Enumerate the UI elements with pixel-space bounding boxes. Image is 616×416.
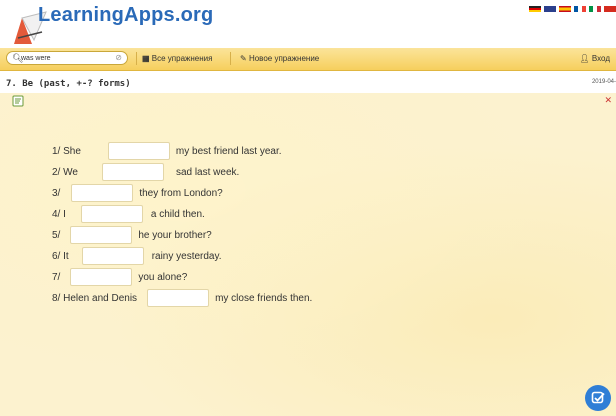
site-header: LearningApps.org (0, 0, 616, 48)
check-icon (591, 391, 605, 404)
flag-it-icon[interactable] (589, 6, 601, 12)
grid-icon: ▦ (142, 54, 150, 63)
row-prefix: 6/ It (52, 250, 69, 262)
flag-es-icon[interactable] (559, 6, 571, 12)
toolbar: 🔍︎ ⊘ ▦ Все упражнения ✎ Новое упражнение… (0, 48, 616, 71)
answer-field[interactable] (70, 268, 133, 286)
row-suffix: sad last week. (175, 166, 240, 178)
flag-de-icon[interactable] (529, 6, 541, 12)
row-prefix: 5/ (52, 229, 61, 241)
exercise-row: 1/ She my best friend last year. (52, 141, 282, 161)
user-icon: 👤︎ (579, 54, 590, 63)
answer-field[interactable] (81, 247, 144, 265)
pencil-icon: ✎ (240, 54, 247, 63)
row-prefix: 1/ She (52, 145, 81, 157)
row-suffix: rainy yesterday. (151, 250, 222, 262)
flag-other-icon[interactable] (604, 6, 616, 12)
answer-field[interactable] (70, 226, 133, 244)
exercise-row: 7/ you alone? (52, 267, 187, 287)
exercise-row: 2/ We sad last week. (52, 162, 239, 182)
close-icon[interactable]: ✕ (604, 95, 612, 106)
search-box: 🔍︎ ⊘ (6, 51, 128, 65)
new-exercise-button[interactable]: ✎ Новое упражнение (240, 54, 319, 63)
search-input[interactable] (21, 52, 111, 64)
logo-text[interactable]: LearningApps.org (38, 4, 213, 27)
row-suffix: he your brother? (138, 229, 212, 241)
exercise-row: 5/ he your brother? (52, 225, 212, 245)
row-suffix: you alone? (138, 271, 188, 283)
exercise-row: 6/ It rainy yesterday. (52, 246, 222, 266)
answer-field[interactable] (147, 289, 210, 307)
page-title: 7. Be (past, +-? forms) (6, 79, 131, 89)
all-exercises-button[interactable]: ▦ Все упражнения (142, 54, 212, 63)
date-label: 2019-04- (591, 79, 616, 85)
answer-field[interactable] (107, 142, 170, 160)
row-suffix: they from London? (139, 187, 223, 199)
row-prefix: 8/ Helen and Denis (52, 292, 138, 304)
login-button[interactable]: 👤︎ Вход (580, 54, 611, 63)
language-flags (529, 6, 616, 12)
exercise-row: 3/ they from London? (52, 183, 223, 203)
exercise-row: 4/ I a child then. (52, 204, 205, 224)
row-suffix: my close friends then. (215, 292, 313, 304)
new-exercise-label: Новое упражнение (248, 54, 320, 63)
exercise-row: 8/ Helen and Denis my close friends then… (52, 288, 312, 308)
flag-fr-icon[interactable] (574, 6, 586, 12)
row-prefix: 3/ (52, 187, 61, 199)
row-suffix: a child then. (150, 208, 205, 220)
title-bar: 7. Be (past, +-? forms) 2019-04- (0, 71, 616, 93)
login-label: Вход (591, 54, 610, 63)
flag-en-icon[interactable] (544, 6, 556, 12)
clear-search-icon[interactable]: ⊘ (115, 53, 122, 62)
row-prefix: 7/ (52, 271, 61, 283)
answer-field[interactable] (101, 163, 164, 181)
toolbar-divider (136, 52, 137, 65)
row-prefix: 2/ We (52, 166, 78, 178)
toolbar-divider (230, 52, 231, 65)
check-answers-button[interactable] (585, 385, 611, 411)
exercise-area: ✕ 1/ She my best friend last year. 2/ We… (0, 93, 616, 416)
answer-field[interactable] (71, 184, 134, 202)
row-prefix: 4/ I (52, 208, 66, 220)
all-exercises-label: Все упражнения (151, 54, 213, 63)
help-icon[interactable] (12, 95, 24, 107)
row-suffix: my best friend last year. (175, 145, 282, 157)
answer-field[interactable] (80, 205, 143, 223)
